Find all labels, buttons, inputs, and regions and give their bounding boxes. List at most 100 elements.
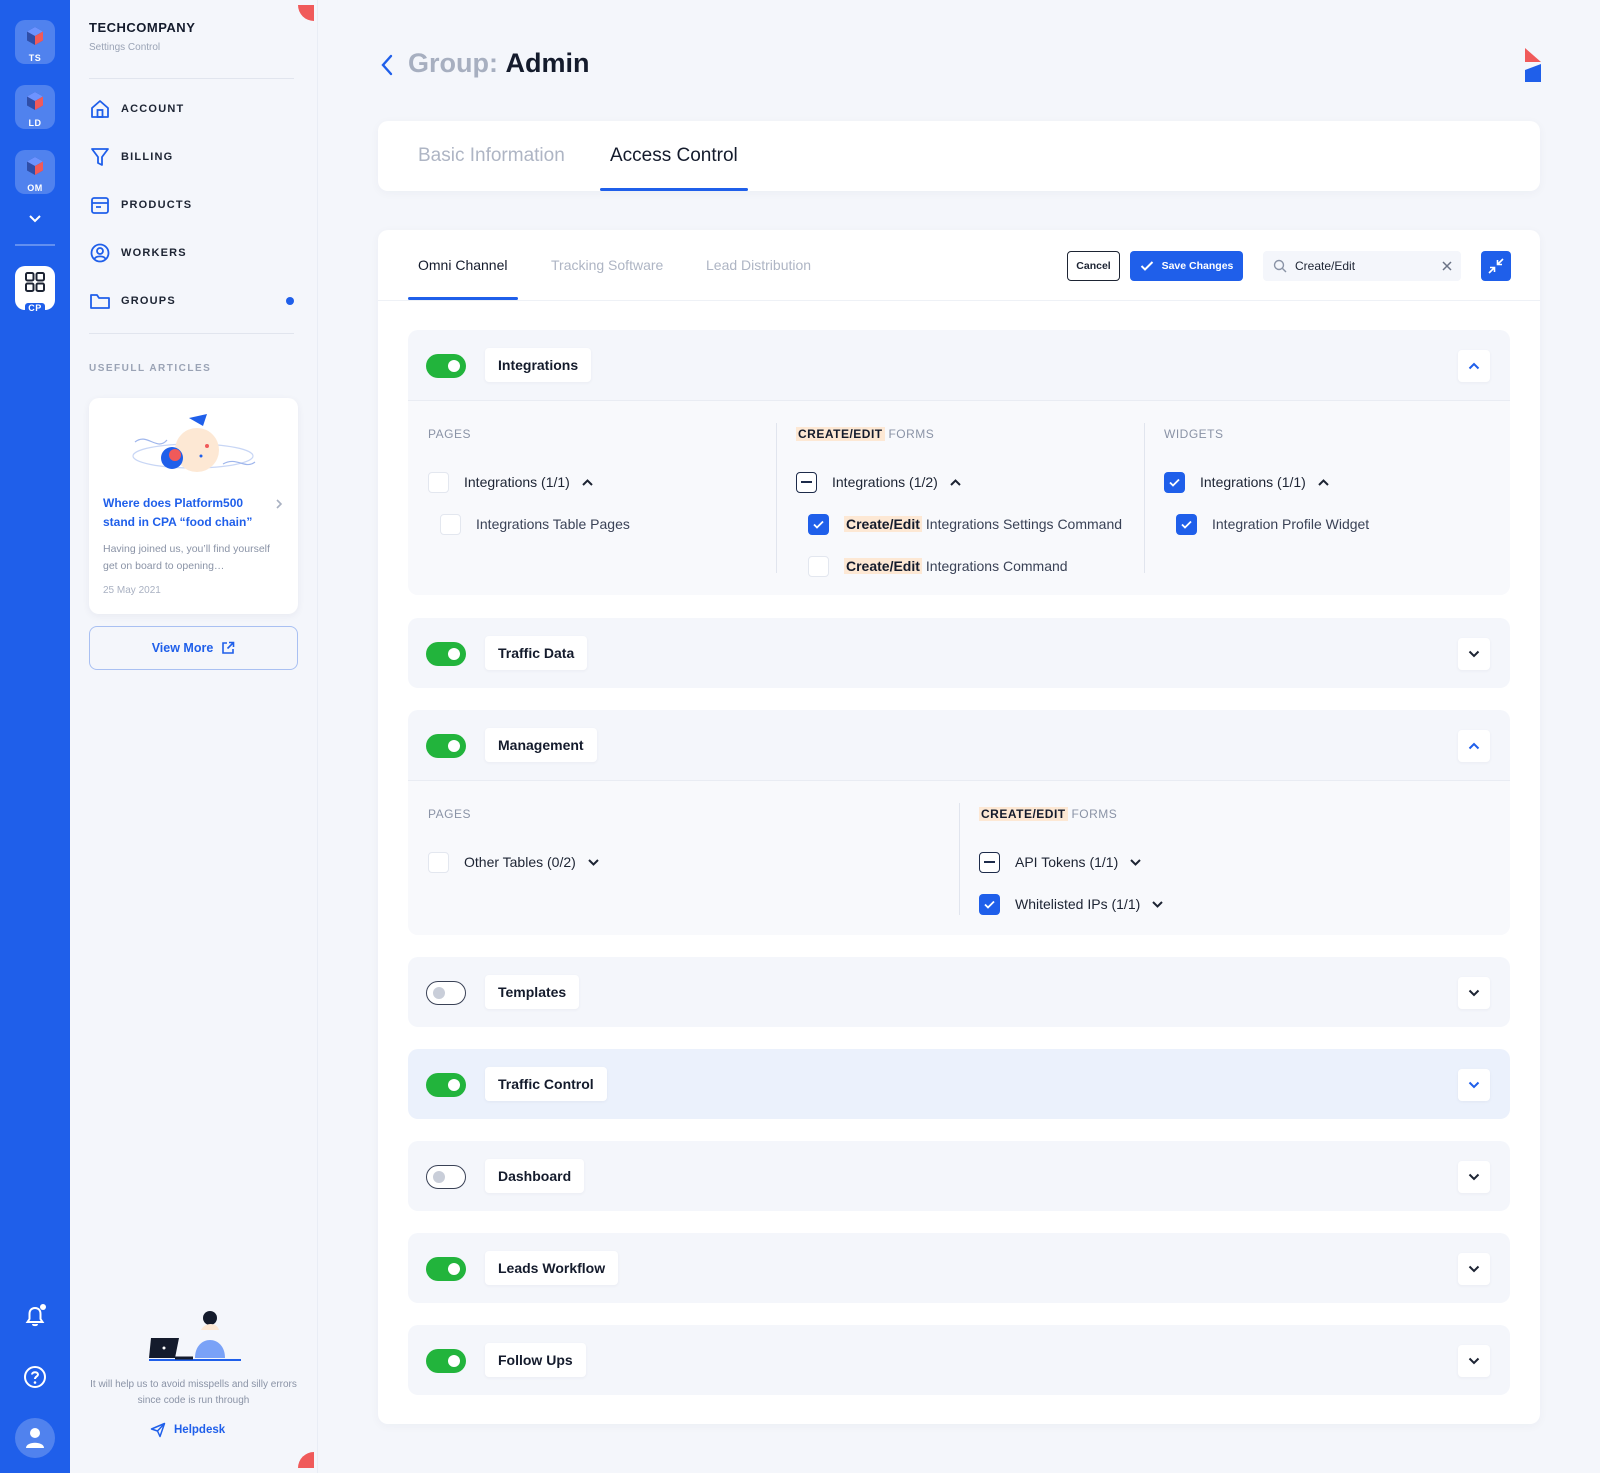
checkbox[interactable] [440,513,461,535]
helpdesk-link[interactable]: Helpdesk [150,1422,225,1438]
save-label: Save Changes [1161,260,1234,272]
permission-group[interactable]: Integrations (1/1) [1164,471,1329,493]
sidebar-item-groups[interactable]: GROUPS [89,287,294,315]
permission-group[interactable]: Whitelisted IPs (1/1) [979,893,1163,915]
section-traffic-control: Traffic Control [408,1049,1510,1119]
expand-button[interactable] [1458,1069,1490,1101]
expand-button[interactable] [1458,1253,1490,1285]
permission-item[interactable]: Create/Edit Integrations Command [808,555,1068,577]
sidebar-item-billing[interactable]: BILLING [89,143,294,171]
checkbox-partial[interactable] [796,471,817,493]
close-icon[interactable] [1441,260,1453,272]
view-more-button[interactable]: View More [89,626,298,670]
app-switch-cp[interactable]: CP [15,266,55,313]
cancel-button[interactable]: Cancel [1067,251,1120,281]
permission-group[interactable]: Integrations (1/2) [796,471,961,493]
article-title[interactable]: Where does Platform500 stand in CPA “foo… [103,494,278,532]
section-toggle[interactable] [426,1165,466,1189]
bell-icon[interactable] [22,1303,48,1329]
collapse-button[interactable] [1481,251,1511,281]
section-header[interactable]: Integrations [408,330,1510,400]
section-header[interactable]: Leads Workflow [408,1233,1510,1303]
permission-group[interactable]: Integrations (1/1) [428,471,593,493]
column-title-forms: CREATE/EDIT FORMS [796,427,934,441]
section-toggle[interactable] [426,1257,466,1281]
section-header[interactable]: Traffic Data [408,618,1510,688]
toggle-knob [448,360,460,372]
section-toggle[interactable] [426,354,466,378]
permission-group[interactable]: API Tokens (1/1) [979,851,1141,873]
permission-item[interactable]: Integrations Table Pages [440,513,630,535]
section-toggle[interactable] [426,1349,466,1373]
app-switch-om[interactable]: OM [15,150,55,194]
sidebar-item-account[interactable]: ACCOUNT [89,95,294,123]
app-switch-ts[interactable]: TS [15,20,55,64]
chevron-up-icon[interactable] [950,478,961,486]
section-follow-ups: Follow Ups [408,1325,1510,1395]
checkbox[interactable] [428,471,449,493]
save-changes-button[interactable]: Save Changes [1130,251,1243,281]
permission-item[interactable]: Integration Profile Widget [1176,513,1369,535]
active-indicator [286,297,294,305]
chevron-right-icon[interactable] [274,498,284,510]
section-header[interactable]: Traffic Control [408,1049,1510,1119]
section-header[interactable]: Templates [408,957,1510,1027]
toggle-knob [433,986,445,999]
check-icon [1169,478,1180,487]
article-excerpt: Having joined us, you’ll find yourself g… [103,543,270,572]
subtab-tracking-software[interactable]: Tracking Software [551,230,663,300]
checkbox-partial[interactable] [979,851,1000,873]
expand-button[interactable] [1458,977,1490,1009]
permission-item[interactable]: Create/Edit Integrations Settings Comman… [808,513,1122,535]
expand-button[interactable] [1458,350,1490,382]
avatar[interactable] [15,1418,55,1458]
chevron-down-icon[interactable] [1152,900,1163,908]
permission-label: Integrations Table Pages [476,516,630,532]
section-toggle[interactable] [426,981,466,1005]
access-control-panel: Omni Channel Tracking Software Lead Dist… [378,230,1540,1424]
expand-button[interactable] [1458,1161,1490,1193]
grid-icon [25,272,45,292]
expand-button[interactable] [1458,730,1490,762]
subtab-omni-channel[interactable]: Omni Channel [408,230,517,300]
checkbox[interactable] [428,851,449,873]
nav-label: BILLING [121,151,174,163]
article-card[interactable]: Where does Platform500 stand in CPA “foo… [89,398,298,614]
collapse-arrows-icon [1488,258,1504,274]
chevron-up-icon[interactable] [1318,478,1329,486]
section-name: Leads Workflow [485,1251,619,1285]
search-input[interactable] [1295,251,1435,281]
section-header[interactable]: Dashboard [408,1141,1510,1211]
help-icon[interactable] [22,1364,48,1390]
tab-access-control[interactable]: Access Control [600,121,748,191]
checkbox-checked[interactable] [1176,513,1197,535]
section-toggle[interactable] [426,734,466,758]
chevron-down-icon[interactable] [27,212,43,224]
section-header[interactable]: Management [408,710,1510,780]
chevron-down-icon[interactable] [588,858,599,866]
toggle-knob [448,740,460,752]
sidebar-item-products[interactable]: PRODUCTS [89,191,294,219]
checkbox-checked[interactable] [1164,471,1185,493]
app-label: LD [28,118,42,128]
chevron-down-icon[interactable] [1130,858,1141,866]
checkbox-checked[interactable] [979,893,1000,915]
checkbox[interactable] [808,555,829,577]
tab-basic-information[interactable]: Basic Information [418,121,565,191]
section-header[interactable]: Follow Ups [408,1325,1510,1395]
search-icon [1273,259,1287,273]
app-switch-ld[interactable]: LD [15,85,55,129]
subtab-lead-distribution[interactable]: Lead Distribution [706,230,811,300]
expand-button[interactable] [1458,1345,1490,1377]
back-arrow-icon[interactable] [378,52,396,78]
expand-button[interactable] [1458,638,1490,670]
sidebar-item-workers[interactable]: WORKERS [89,239,294,267]
checkbox-checked[interactable] [808,513,829,535]
chevron-up-icon[interactable] [582,478,593,486]
app-rail: TS LD OM CP [0,0,70,1473]
section-toggle[interactable] [426,642,466,666]
filter-icon [91,148,109,166]
section-toggle[interactable] [426,1073,466,1097]
home-icon [91,100,109,118]
permission-group[interactable]: Other Tables (0/2) [428,851,599,873]
